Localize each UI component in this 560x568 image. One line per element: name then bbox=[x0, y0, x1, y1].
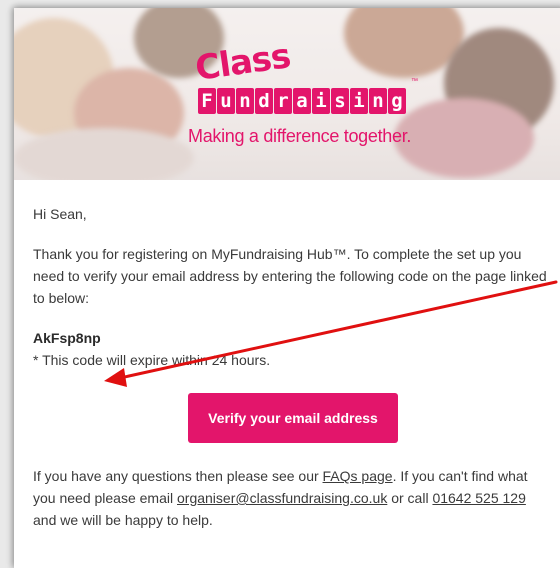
logo-letter: d bbox=[255, 88, 273, 114]
logo-letter: i bbox=[350, 88, 368, 114]
logo-letter: s bbox=[331, 88, 349, 114]
logo-tagline: Making a difference together. bbox=[188, 126, 412, 146]
logo-trademark: ™ bbox=[411, 78, 418, 85]
logo-letter: n bbox=[369, 88, 387, 114]
header-banner: Class F u n d r a i s i n g ™ Making a d… bbox=[14, 8, 560, 180]
logo-word-fundraising: F u n d r a i s i n g bbox=[198, 88, 406, 114]
logo-letter: a bbox=[293, 88, 311, 114]
logo-letter: i bbox=[312, 88, 330, 114]
logo-letter: u bbox=[217, 88, 235, 114]
intro-paragraph: Thank you for registering on MyFundraisi… bbox=[33, 246, 547, 306]
greeting-text: Hi Sean, bbox=[33, 206, 87, 222]
help-text: and we will be happy to help. bbox=[33, 512, 213, 528]
help-paragraph: If you have any questions then please se… bbox=[33, 465, 553, 531]
logo-letter: g bbox=[388, 88, 406, 114]
email-body: Hi Sean, Thank you for registering on My… bbox=[33, 203, 553, 531]
logo-letter: n bbox=[236, 88, 254, 114]
verification-code: AkFsp8np bbox=[33, 330, 101, 346]
logo-word-class: Class bbox=[192, 36, 293, 89]
verify-email-button[interactable]: Verify your email address bbox=[188, 393, 398, 443]
class-fundraising-logo: Class F u n d r a i s i n g ™ Making a d… bbox=[174, 36, 434, 158]
code-expiry-note: * This code will expire within 24 hours. bbox=[33, 352, 271, 368]
cta-container: Verify your email address bbox=[33, 393, 553, 443]
logo-letter: F bbox=[198, 88, 216, 114]
email-card: Class F u n d r a i s i n g ™ Making a d… bbox=[14, 8, 560, 568]
help-text: or call bbox=[387, 490, 433, 506]
support-email-link[interactable]: organiser@classfundraising.co.uk bbox=[177, 490, 387, 506]
help-text: If you have any questions then please se… bbox=[33, 468, 323, 484]
faqs-link[interactable]: FAQs page bbox=[323, 468, 393, 484]
support-phone-link[interactable]: 01642 525 129 bbox=[432, 490, 525, 506]
logo-letter: r bbox=[274, 88, 292, 114]
